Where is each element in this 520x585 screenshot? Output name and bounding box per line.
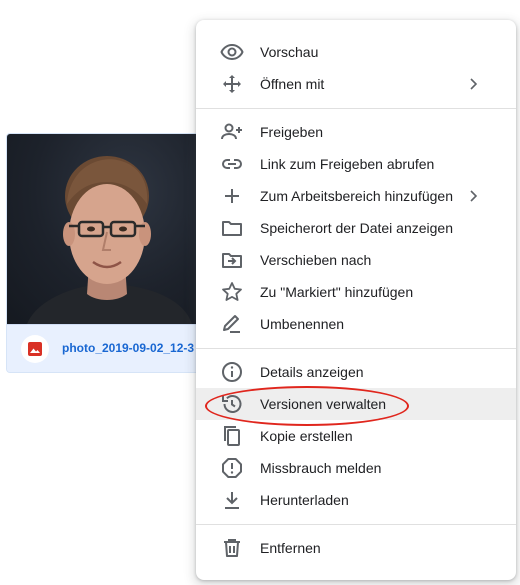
menu-item-label: Zu "Markiert" hinzufügen bbox=[260, 284, 414, 300]
menu-item-label: Verschieben nach bbox=[260, 252, 372, 268]
menu-divider bbox=[196, 348, 516, 349]
info-icon bbox=[220, 360, 244, 384]
menu-item-label: Öffnen mit bbox=[260, 76, 325, 92]
menu-item-rename[interactable]: Umbenennen bbox=[196, 308, 516, 340]
chevron-right-icon bbox=[468, 188, 480, 204]
menu-item-label: Details anzeigen bbox=[260, 364, 364, 380]
menu-item-add-starred[interactable]: Zu "Markiert" hinzufügen bbox=[196, 276, 516, 308]
menu-item-label: Versionen verwalten bbox=[260, 396, 387, 412]
file-name: photo_2019-09-02_12-3 bbox=[62, 341, 195, 355]
copy-icon bbox=[220, 424, 244, 448]
file-name-bar[interactable]: photo_2019-09-02_12-3 bbox=[7, 324, 207, 372]
menu-item-remove[interactable]: Entfernen bbox=[196, 532, 516, 564]
menu-item-show-file-location[interactable]: Speicherort der Datei anzeigen bbox=[196, 212, 516, 244]
menu-item-open-with[interactable]: Öffnen mit bbox=[196, 68, 516, 100]
file-thumbnail[interactable] bbox=[7, 134, 207, 324]
download-icon bbox=[220, 488, 244, 512]
menu-divider bbox=[196, 524, 516, 525]
context-menu: Vorschau Öffnen mit Freigeben Link zum F… bbox=[196, 20, 516, 580]
person-add-icon bbox=[220, 120, 244, 144]
plus-icon bbox=[220, 184, 244, 208]
menu-item-get-link[interactable]: Link zum Freigeben abrufen bbox=[196, 148, 516, 180]
file-card[interactable]: photo_2019-09-02_12-3 bbox=[6, 133, 208, 373]
menu-item-label: Entfernen bbox=[260, 540, 321, 556]
menu-item-label: Speicherort der Datei anzeigen bbox=[260, 220, 454, 236]
menu-item-add-to-workspace[interactable]: Zum Arbeitsbereich hinzufügen bbox=[196, 180, 516, 212]
move-to-folder-icon bbox=[220, 248, 244, 272]
folder-icon bbox=[220, 216, 244, 240]
menu-item-share[interactable]: Freigeben bbox=[196, 116, 516, 148]
menu-item-manage-versions[interactable]: Versionen verwalten bbox=[196, 388, 516, 420]
pencil-icon bbox=[220, 312, 244, 336]
menu-item-label: Freigeben bbox=[260, 124, 324, 140]
menu-divider bbox=[196, 108, 516, 109]
report-icon bbox=[220, 456, 244, 480]
chevron-right-icon bbox=[468, 76, 480, 92]
menu-item-report-abuse[interactable]: Missbrauch melden bbox=[196, 452, 516, 484]
menu-item-make-copy[interactable]: Kopie erstellen bbox=[196, 420, 516, 452]
link-icon bbox=[220, 152, 244, 176]
menu-item-label: Umbenennen bbox=[260, 316, 345, 332]
menu-item-label: Link zum Freigeben abrufen bbox=[260, 156, 435, 172]
menu-item-download[interactable]: Herunterladen bbox=[196, 484, 516, 516]
menu-item-label: Kopie erstellen bbox=[260, 428, 353, 444]
eye-icon bbox=[220, 40, 244, 64]
menu-item-label: Missbrauch melden bbox=[260, 460, 382, 476]
menu-item-label: Vorschau bbox=[260, 44, 319, 60]
menu-item-label: Herunterladen bbox=[260, 492, 349, 508]
menu-item-label: Zum Arbeitsbereich hinzufügen bbox=[260, 188, 453, 204]
history-icon bbox=[220, 392, 244, 416]
menu-item-move-to[interactable]: Verschieben nach bbox=[196, 244, 516, 276]
star-icon bbox=[220, 280, 244, 304]
trash-icon bbox=[220, 536, 244, 560]
image-file-icon bbox=[21, 335, 49, 363]
menu-item-preview[interactable]: Vorschau bbox=[196, 36, 516, 68]
portrait-photo bbox=[27, 156, 192, 324]
move-arrows-icon bbox=[220, 72, 244, 96]
menu-item-details[interactable]: Details anzeigen bbox=[196, 356, 516, 388]
